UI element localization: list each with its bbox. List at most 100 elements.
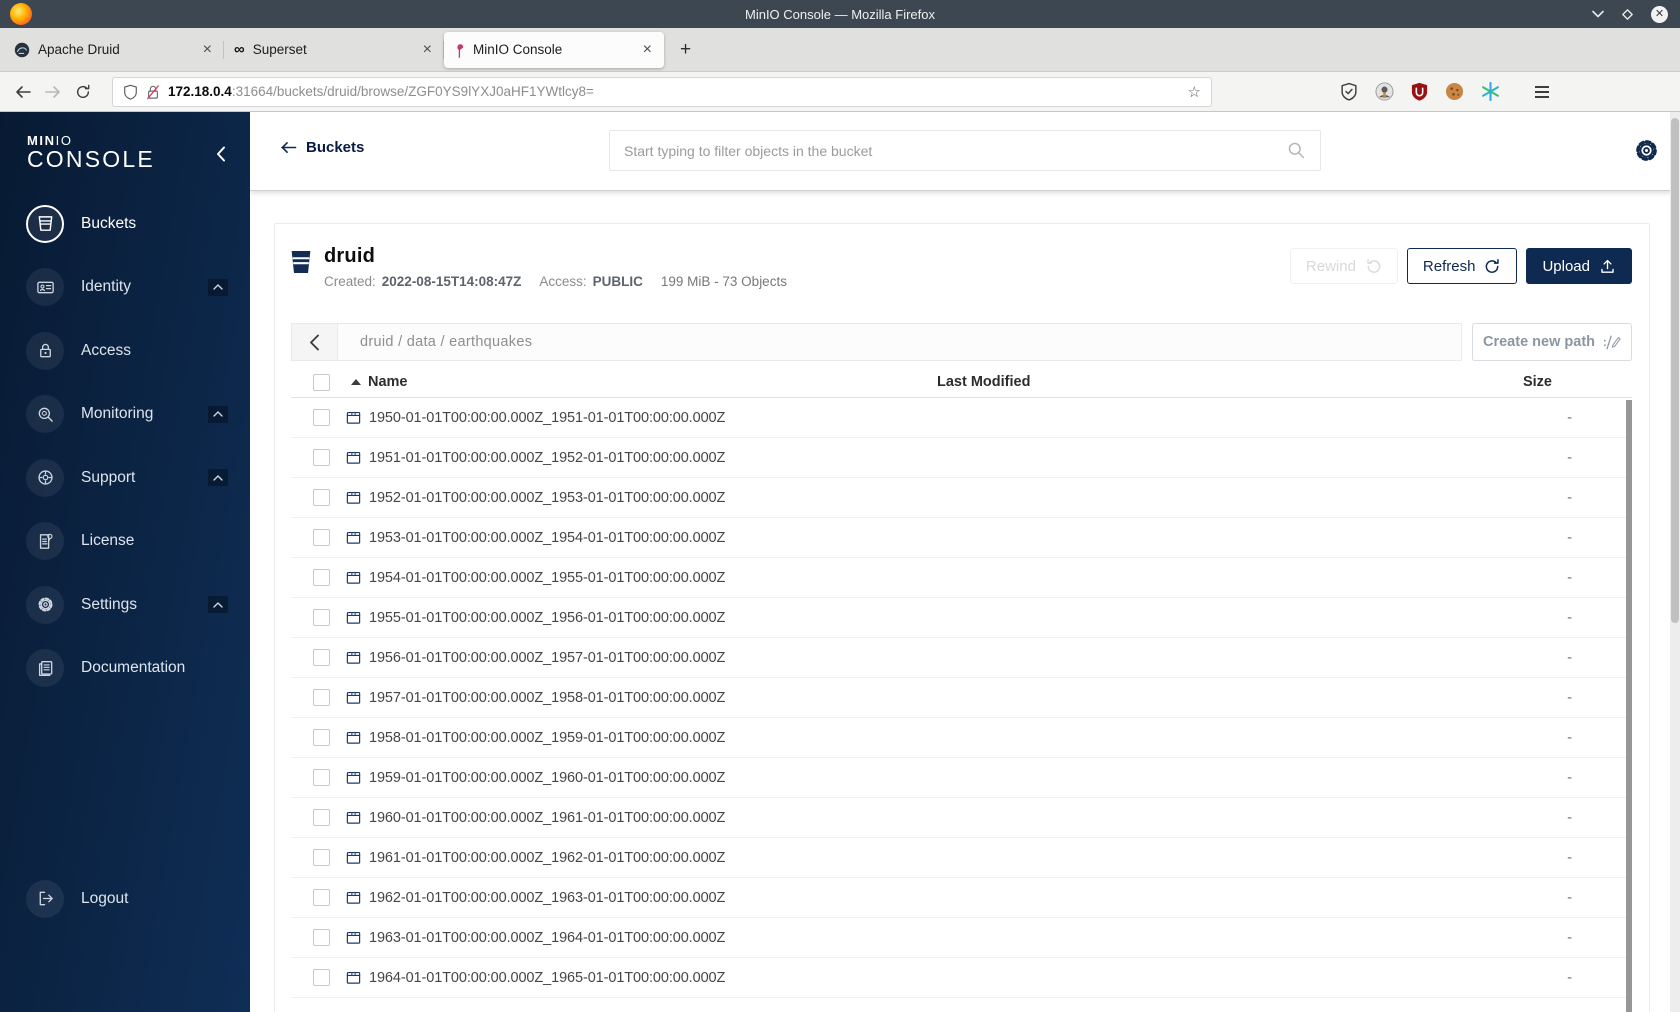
row-checkbox[interactable]	[313, 689, 330, 706]
object-name[interactable]: 1953-01-01T00:00:00.000Z_1954-01-01T00:0…	[369, 530, 725, 546]
table-row[interactable]: 1955-01-01T00:00:00.000Z_1956-01-01T00:0…	[291, 598, 1632, 638]
row-checkbox[interactable]	[313, 569, 330, 586]
rewind-button[interactable]: Rewind	[1289, 248, 1398, 284]
table-row[interactable]: 1961-01-01T00:00:00.000Z_1962-01-01T00:0…	[291, 838, 1632, 878]
bucket-browser-page: druid Created: 2022-08-15T14:08:47Z Acce…	[250, 190, 1680, 1012]
sidebar-item-license[interactable]: License	[0, 510, 250, 574]
object-name[interactable]: 1959-01-01T00:00:00.000Z_1960-01-01T00:0…	[369, 770, 725, 786]
object-name[interactable]: 1957-01-01T00:00:00.000Z_1958-01-01T00:0…	[369, 690, 725, 706]
row-checkbox[interactable]	[313, 729, 330, 746]
row-checkbox[interactable]	[313, 409, 330, 426]
url-bar[interactable]: 172.18.0.4:31664/buckets/druid/browse/ZG…	[112, 76, 1212, 107]
table-row[interactable]: 1950-01-01T00:00:00.000Z_1951-01-01T00:0…	[291, 398, 1632, 438]
sidebar-item-buckets[interactable]: Buckets	[0, 192, 250, 256]
row-checkbox[interactable]	[313, 649, 330, 666]
back-to-buckets-link[interactable]: Buckets	[280, 139, 364, 156]
insecure-lock-icon[interactable]	[146, 84, 160, 100]
table-row[interactable]: 1951-01-01T00:00:00.000Z_1952-01-01T00:0…	[291, 438, 1632, 478]
upload-button[interactable]: Upload	[1526, 248, 1632, 284]
table-row[interactable]: 1958-01-01T00:00:00.000Z_1959-01-01T00:0…	[291, 718, 1632, 758]
page-scrollbar[interactable]	[1670, 112, 1680, 1012]
object-name[interactable]: 1962-01-01T00:00:00.000Z_1963-01-01T00:0…	[369, 890, 725, 906]
table-row[interactable]: 1960-01-01T00:00:00.000Z_1961-01-01T00:0…	[291, 798, 1632, 838]
minio-console-logo: MINIO CONSOLE	[27, 133, 155, 172]
object-name[interactable]: 1954-01-01T00:00:00.000Z_1955-01-01T00:0…	[369, 570, 725, 586]
chevron-up-icon[interactable]	[208, 596, 228, 614]
object-name[interactable]: 1964-01-01T00:00:00.000Z_1965-01-01T00:0…	[369, 970, 725, 986]
table-row[interactable]: 1957-01-01T00:00:00.000Z_1958-01-01T00:0…	[291, 678, 1632, 718]
object-name[interactable]: 1951-01-01T00:00:00.000Z_1952-01-01T00:0…	[369, 450, 725, 466]
table-row[interactable]: 1963-01-01T00:00:00.000Z_1964-01-01T00:0…	[291, 918, 1632, 958]
table-row[interactable]: 1952-01-01T00:00:00.000Z_1953-01-01T00:0…	[291, 478, 1632, 518]
page-scrollbar-thumb[interactable]	[1671, 118, 1679, 623]
object-name[interactable]: 1963-01-01T00:00:00.000Z_1964-01-01T00:0…	[369, 930, 725, 946]
extension-ublock-icon[interactable]	[1411, 82, 1428, 101]
sidebar-collapse-icon[interactable]	[216, 146, 226, 162]
object-name[interactable]: 1958-01-01T00:00:00.000Z_1959-01-01T00:0…	[369, 730, 725, 746]
table-scrollbar[interactable]	[1626, 400, 1632, 1012]
column-header-name[interactable]: Name	[351, 374, 937, 390]
forward-button[interactable]	[38, 85, 68, 99]
object-name[interactable]: 1950-01-01T00:00:00.000Z_1951-01-01T00:0…	[369, 410, 725, 426]
object-name[interactable]: 1956-01-01T00:00:00.000Z_1957-01-01T00:0…	[369, 650, 725, 666]
row-checkbox[interactable]	[313, 929, 330, 946]
sidebar-item-support[interactable]: Support	[0, 446, 250, 510]
reload-button[interactable]	[68, 84, 98, 100]
row-checkbox[interactable]	[313, 769, 330, 786]
row-checkbox[interactable]	[313, 969, 330, 986]
select-all-checkbox[interactable]	[313, 373, 330, 391]
row-checkbox[interactable]	[313, 849, 330, 866]
object-name[interactable]: 1952-01-01T00:00:00.000Z_1953-01-01T00:0…	[369, 490, 725, 506]
window-close-icon[interactable]: ✕	[1651, 5, 1668, 23]
chevron-up-icon[interactable]	[208, 469, 228, 487]
object-name[interactable]: 1955-01-01T00:00:00.000Z_1956-01-01T00:0…	[369, 610, 725, 626]
row-checkbox[interactable]	[313, 529, 330, 546]
sidebar-item-identity[interactable]: Identity	[0, 256, 250, 320]
row-checkbox[interactable]	[313, 609, 330, 626]
breadcrumb-path[interactable]: druid / data / earthquakes	[360, 334, 532, 350]
console-settings-gear-icon[interactable]	[1633, 137, 1660, 164]
sidebar-item-access[interactable]: Access	[0, 319, 250, 383]
extension-snowflake-icon[interactable]	[1481, 82, 1500, 101]
row-checkbox[interactable]	[313, 889, 330, 906]
chevron-up-icon[interactable]	[208, 405, 228, 423]
sidebar-item-logout[interactable]: Logout	[0, 867, 250, 931]
chevron-up-icon[interactable]	[208, 278, 228, 296]
tab-minio-console[interactable]: MinIO Console ×	[444, 31, 664, 68]
table-row[interactable]: 1959-01-01T00:00:00.000Z_1960-01-01T00:0…	[291, 758, 1632, 798]
object-size: -	[1567, 809, 1572, 826]
bookmark-star-icon[interactable]: ☆	[1188, 83, 1201, 101]
extension-shield-check-icon[interactable]	[1340, 82, 1358, 101]
sidebar-item-documentation[interactable]: Documentation	[0, 637, 250, 701]
tracking-shield-icon[interactable]	[123, 84, 138, 100]
tab-superset[interactable]: ∞ Superset ×	[224, 32, 444, 68]
object-name[interactable]: 1960-01-01T00:00:00.000Z_1961-01-01T00:0…	[369, 810, 725, 826]
sidebar-item-settings[interactable]: Settings	[0, 573, 250, 637]
window-minimize-icon[interactable]	[1592, 10, 1604, 18]
table-row[interactable]: 1964-01-01T00:00:00.000Z_1965-01-01T00:0…	[291, 958, 1632, 998]
table-row[interactable]: 1954-01-01T00:00:00.000Z_1955-01-01T00:0…	[291, 558, 1632, 598]
table-row[interactable]: 1956-01-01T00:00:00.000Z_1957-01-01T00:0…	[291, 638, 1632, 678]
tab-apache-druid[interactable]: Apache Druid ×	[4, 32, 224, 68]
create-new-path-button[interactable]: Create new path	[1472, 323, 1632, 361]
tab-close-icon[interactable]: ×	[641, 41, 654, 58]
row-checkbox[interactable]	[313, 449, 330, 466]
table-scrollbar-thumb[interactable]	[1626, 400, 1632, 1012]
extension-persona-icon[interactable]	[1375, 82, 1394, 101]
sidebar-item-monitoring[interactable]: Monitoring	[0, 383, 250, 447]
row-checkbox[interactable]	[313, 489, 330, 506]
path-back-button[interactable]	[292, 324, 338, 360]
new-tab-button[interactable]: +	[680, 39, 691, 61]
search-input[interactable]	[624, 142, 1287, 159]
menu-hamburger-icon[interactable]	[1535, 85, 1549, 98]
object-name[interactable]: 1961-01-01T00:00:00.000Z_1962-01-01T00:0…	[369, 850, 725, 866]
tab-close-icon[interactable]: ×	[201, 41, 214, 58]
back-button[interactable]	[8, 85, 38, 99]
row-checkbox[interactable]	[313, 809, 330, 826]
extension-cookie-icon[interactable]	[1445, 82, 1464, 101]
table-row[interactable]: 1962-01-01T00:00:00.000Z_1963-01-01T00:0…	[291, 878, 1632, 918]
refresh-button[interactable]: Refresh	[1406, 248, 1518, 284]
table-row[interactable]: 1953-01-01T00:00:00.000Z_1954-01-01T00:0…	[291, 518, 1632, 558]
window-maximize-icon[interactable]	[1621, 8, 1634, 21]
tab-close-icon[interactable]: ×	[421, 41, 434, 58]
